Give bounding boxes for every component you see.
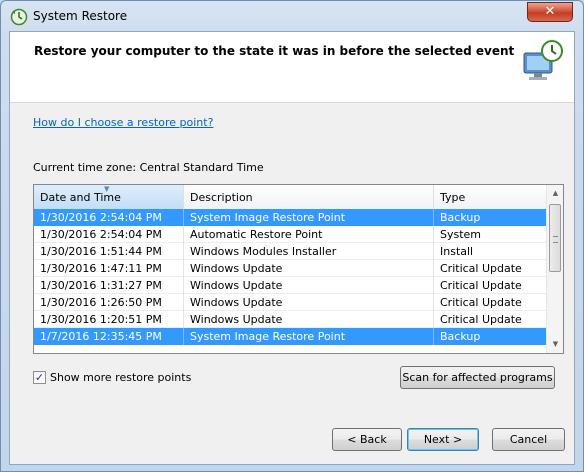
cell-date: 1/7/2016 12:35:45 PM bbox=[34, 328, 184, 345]
column-header-description[interactable]: Description bbox=[184, 185, 434, 209]
table-row[interactable]: 1/30/2016 2:54:04 PM System Image Restore… bbox=[34, 209, 546, 226]
cell-type: Critical Update bbox=[440, 262, 522, 275]
cell-description: Windows Update bbox=[184, 277, 434, 294]
cell-date: 1/30/2016 1:26:50 PM bbox=[34, 294, 184, 311]
title-bar[interactable]: System Restore ✕ bbox=[1, 1, 583, 32]
table-row[interactable]: 1/30/2016 1:47:11 PM Windows Update Critic… bbox=[34, 260, 546, 277]
cell-description: Automatic Restore Point bbox=[184, 226, 434, 243]
sort-arrow-icon: ▼ bbox=[104, 185, 110, 193]
column-header-type-label: Type bbox=[440, 191, 466, 204]
cell-type: Critical Update bbox=[440, 313, 522, 326]
grip-icon bbox=[553, 236, 558, 243]
cell-type: Critical Update bbox=[440, 296, 522, 309]
restore-point-list[interactable]: ▼ Date and Time Description Type 1/30/20… bbox=[33, 184, 564, 354]
cell-date: 1/30/2016 2:54:04 PM bbox=[34, 209, 184, 226]
cell-description: Windows Update bbox=[184, 311, 434, 328]
timezone-label: Current time zone: Central Standard Time bbox=[33, 161, 264, 174]
cell-type: Critical Update bbox=[440, 279, 522, 292]
cell-description: Windows Update bbox=[184, 294, 434, 311]
table-row[interactable]: 1/30/2016 1:51:44 PM Windows Modules Inst… bbox=[34, 243, 546, 260]
cell-date: 1/30/2016 2:54:04 PM bbox=[34, 226, 184, 243]
page-title: Restore your computer to the state it wa… bbox=[34, 44, 515, 58]
table-row[interactable]: 1/30/2016 1:26:50 PM Windows Update Critic… bbox=[34, 294, 546, 311]
column-header-type[interactable]: Type bbox=[434, 185, 546, 209]
vertical-scrollbar[interactable]: ▲ ▼ bbox=[546, 185, 563, 353]
cell-date: 1/30/2016 1:31:27 PM bbox=[34, 277, 184, 294]
column-header-description-label: Description bbox=[190, 191, 253, 204]
window-title: System Restore bbox=[33, 9, 128, 23]
table-row[interactable]: 1/30/2016 1:20:51 PM Windows Update Critic… bbox=[34, 311, 546, 328]
column-header-date[interactable]: ▼ Date and Time bbox=[34, 185, 184, 209]
header-band: Restore your computer to the state it wa… bbox=[10, 32, 574, 103]
scrollbar-thumb[interactable] bbox=[549, 204, 561, 272]
table-row[interactable]: 1/30/2016 2:54:04 PM Automatic Restore Po… bbox=[34, 226, 546, 243]
next-button[interactable]: Next > bbox=[407, 428, 479, 451]
cell-description: System Image Restore Point bbox=[184, 328, 434, 345]
list-header: ▼ Date and Time Description Type bbox=[34, 185, 546, 210]
cell-date: 1/30/2016 1:20:51 PM bbox=[34, 311, 184, 328]
cell-description: Windows Modules Installer bbox=[184, 243, 434, 260]
checkbox-checked-icon[interactable]: ✓ bbox=[33, 371, 46, 384]
cell-type: System bbox=[440, 228, 482, 241]
system-restore-icon bbox=[10, 8, 28, 26]
scroll-down-icon[interactable]: ▼ bbox=[547, 336, 563, 353]
cell-description: Windows Update bbox=[184, 260, 434, 277]
help-link[interactable]: How do I choose a restore point? bbox=[33, 116, 213, 129]
cell-type: Backup bbox=[440, 211, 481, 224]
scan-affected-programs-button[interactable]: Scan for affected programs bbox=[400, 366, 555, 389]
close-button[interactable]: ✕ bbox=[527, 2, 573, 22]
cancel-button[interactable]: Cancel bbox=[492, 428, 565, 451]
table-row[interactable]: 1/7/2016 12:35:45 PM System Image Restore… bbox=[34, 328, 546, 345]
restore-computer-icon bbox=[523, 40, 563, 80]
cell-date: 1/30/2016 1:47:11 PM bbox=[34, 260, 184, 277]
system-restore-window: System Restore ✕ Restore your computer t… bbox=[0, 0, 584, 472]
show-more-label: Show more restore points bbox=[50, 371, 192, 384]
scroll-up-icon[interactable]: ▲ bbox=[547, 185, 563, 202]
cell-type: Backup bbox=[440, 330, 481, 343]
back-button[interactable]: < Back bbox=[332, 428, 402, 451]
table-row[interactable]: 1/30/2016 1:31:27 PM Windows Update Critic… bbox=[34, 277, 546, 294]
cell-type: Install bbox=[440, 245, 474, 258]
dialog-body: Restore your computer to the state it wa… bbox=[9, 31, 575, 465]
close-icon: ✕ bbox=[544, 4, 556, 19]
cell-description: System Image Restore Point bbox=[184, 209, 434, 226]
cell-date: 1/30/2016 1:51:44 PM bbox=[34, 243, 184, 260]
